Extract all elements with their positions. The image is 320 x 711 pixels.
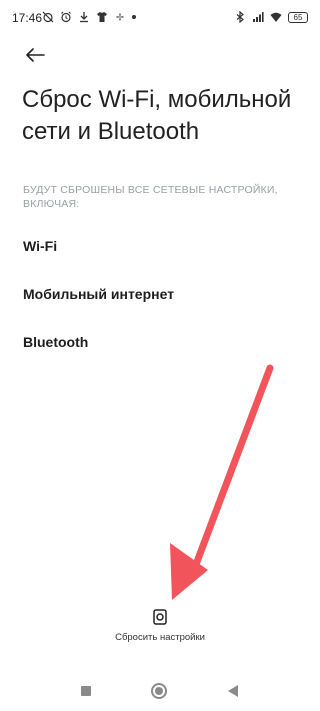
status-icons-left	[42, 10, 136, 24]
reset-items-list: Wi-Fi Мобильный интернет Bluetooth	[23, 222, 303, 366]
reset-settings-icon	[153, 609, 167, 625]
reset-settings-label: Сбросить настройки	[115, 632, 205, 643]
list-item-mobile-internet: Мобильный интернет	[23, 286, 175, 302]
signal-icon	[253, 12, 264, 22]
alarm-off-icon	[42, 11, 54, 23]
dot-icon	[132, 15, 136, 19]
back-triangle-icon[interactable]	[228, 685, 238, 697]
page-title: Сброс Wi-Fi, мобильной сети и Bluetooth	[22, 86, 292, 145]
status-bar: 17:46 65	[0, 0, 320, 36]
arrow-left-icon	[26, 48, 45, 62]
status-time: 17:46	[12, 11, 43, 25]
home-circle-icon[interactable]	[151, 683, 167, 699]
back-button[interactable]	[20, 40, 50, 70]
fan-icon	[116, 13, 124, 21]
navigation-bar	[0, 672, 320, 711]
list-item-bluetooth: Bluetooth	[23, 334, 89, 350]
battery-icon: 65	[288, 11, 308, 23]
shirt-icon	[97, 12, 107, 22]
wifi-icon	[270, 12, 282, 22]
reset-settings-button[interactable]: Сбросить настройки	[110, 608, 210, 663]
status-icons-right: 65	[234, 10, 308, 24]
bluetooth-icon	[236, 11, 244, 23]
list-item-wifi: Wi-Fi	[23, 238, 58, 254]
recents-square-icon[interactable]	[81, 686, 91, 696]
alarm-icon	[61, 11, 71, 23]
section-note: БУДУТ СБРОШЕНЫ ВСЕ СЕТЕВЫЕ НАСТРОЙКИ, ВК…	[23, 184, 278, 210]
download-icon	[80, 12, 88, 23]
